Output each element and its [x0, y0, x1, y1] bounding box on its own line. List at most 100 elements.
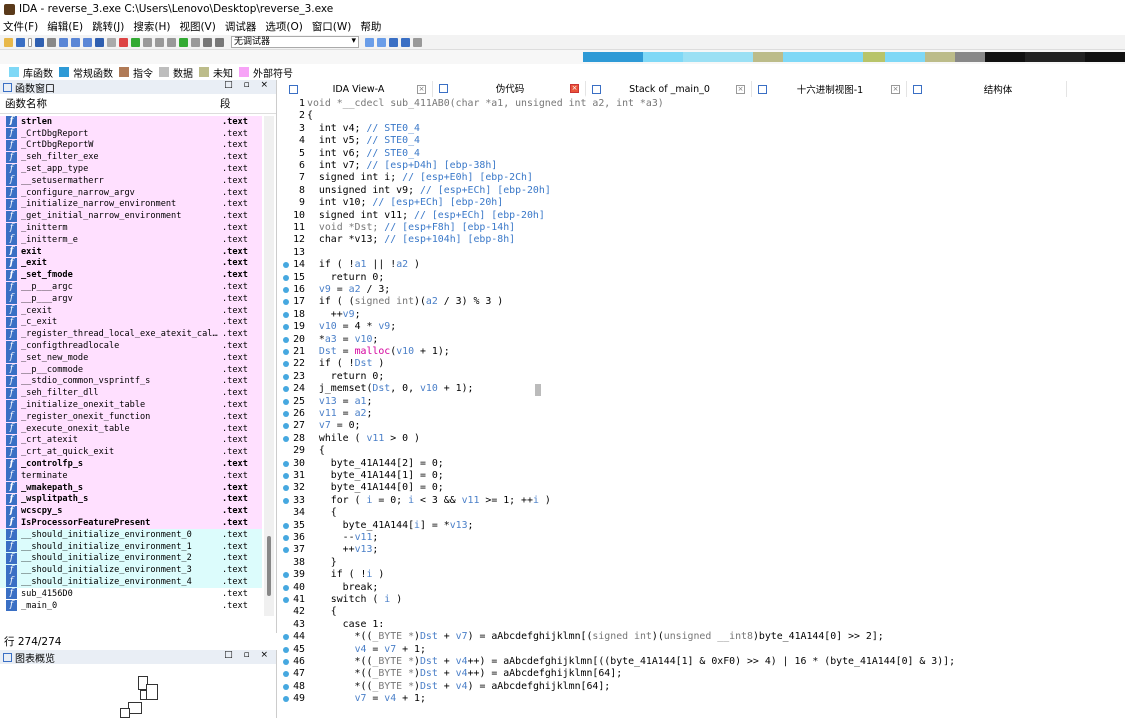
code-line[interactable]: 49 v7 = v4 + 1;: [280, 693, 1125, 705]
pseudocode-view[interactable]: 1 void *__cdecl sub_411AB0(char *a1, unsi…: [280, 98, 1125, 718]
function-row[interactable]: f strlen .text: [0, 116, 262, 128]
code-line[interactable]: 9 int v10; // [esp+ECh] [ebp-20h]: [280, 197, 1125, 209]
panel-controls[interactable]: □ ▫ ×: [224, 80, 272, 90]
code-line[interactable]: 26 v11 = a2;: [280, 408, 1125, 420]
tab-1[interactable]: 伪代码 ×: [433, 81, 586, 97]
code-line[interactable]: 37 ++v13;: [280, 544, 1125, 556]
circle-icon[interactable]: [131, 37, 140, 47]
code-line[interactable]: 30 byte_41A144[2] = 0;: [280, 458, 1125, 470]
function-row[interactable]: f __p___argc .text: [0, 281, 262, 293]
function-row[interactable]: f __should_initialize_environment_0 .text: [0, 528, 262, 541]
code-line[interactable]: 43 case 1:: [280, 619, 1125, 631]
back-icon[interactable]: [35, 37, 44, 47]
forward-icon[interactable]: [47, 37, 56, 47]
tab-close-icon[interactable]: ×: [891, 84, 900, 94]
menu-item-6[interactable]: 选项(O): [265, 19, 302, 34]
down-arrow-icon[interactable]: [95, 37, 104, 47]
function-row[interactable]: f _get_initial_narrow_environment .text: [0, 210, 262, 223]
function-row[interactable]: f wcscpy_s .text: [0, 505, 262, 518]
copy-icon[interactable]: [59, 37, 68, 47]
function-row[interactable]: f __p__commode .text: [0, 363, 262, 376]
code-line[interactable]: 18 ++v9;: [280, 309, 1125, 321]
function-row[interactable]: f _configthreadlocale .text: [0, 340, 262, 352]
function-row[interactable]: f _crt_at_quick_exit .text: [0, 446, 262, 459]
overview-graph[interactable]: [110, 666, 160, 718]
code-line[interactable]: 8 unsigned int v9; // [esp+ECh] [ebp-20h…: [280, 185, 1125, 197]
code-line[interactable]: 40 break;: [280, 582, 1125, 594]
function-row[interactable]: f _initterm .text: [0, 222, 262, 234]
struct-icon[interactable]: [155, 37, 164, 47]
function-row[interactable]: f _CrtDbgReport .text: [0, 127, 262, 140]
menu-item-3[interactable]: 搜索(H): [133, 19, 170, 34]
tab-close-icon[interactable]: ×: [736, 84, 745, 94]
attach-icon[interactable]: [365, 37, 374, 47]
paste-icon[interactable]: [71, 37, 80, 47]
menu-item-8[interactable]: 帮助: [360, 19, 381, 34]
code-line[interactable]: 33 for ( i = 0; i < 3 && v11 >= 1; ++i ): [280, 495, 1125, 507]
code-line[interactable]: 22 if ( !Dst ): [280, 358, 1125, 370]
code-line[interactable]: 38 }: [280, 557, 1125, 569]
function-row[interactable]: f sub_4156D0 .text: [0, 587, 262, 600]
function-row[interactable]: f _initialize_narrow_environment .text: [0, 198, 262, 211]
menu-item-5[interactable]: 调试器: [225, 19, 257, 34]
save-icon[interactable]: [16, 37, 25, 47]
find-icon[interactable]: [83, 37, 92, 47]
function-row[interactable]: f _wmakepath_s .text: [0, 481, 262, 494]
function-row[interactable]: f _initialize_onexit_table .text: [0, 399, 262, 411]
code-line[interactable]: 7 signed int i; // [esp+E0h] [ebp-2Ch]: [280, 172, 1125, 184]
pause-icon[interactable]: [203, 37, 212, 47]
tab-close-icon[interactable]: ×: [417, 84, 426, 94]
code-line[interactable]: 44 *((_BYTE *)Dst + v7) = aAbcdefghijklm…: [280, 631, 1125, 643]
script-icon[interactable]: [389, 37, 398, 47]
function-row[interactable]: f _register_onexit_function .text: [0, 410, 262, 423]
code-line[interactable]: 1 void *__cdecl sub_411AB0(char *a1, unsi…: [280, 98, 1125, 110]
code-line[interactable]: 17 if ( (signed int)(a2 / 3) % 3 ): [280, 296, 1125, 308]
function-row[interactable]: f _set_app_type .text: [0, 163, 262, 175]
function-row[interactable]: f __setusermatherr .text: [0, 174, 262, 187]
code-line[interactable]: 46 *((_BYTE *)Dst + v4++) = aAbcdefghijk…: [280, 656, 1125, 668]
navigation-band[interactable]: [0, 50, 1125, 64]
functions-scrollbar[interactable]: [264, 116, 274, 616]
code-line[interactable]: 42 {: [280, 606, 1125, 618]
settings-icon[interactable]: [413, 37, 422, 47]
code-line[interactable]: 5 int v6; // STE0_4: [280, 148, 1125, 160]
function-row[interactable]: f _controlfp_s .text: [0, 458, 262, 470]
function-row[interactable]: f exit .text: [0, 245, 262, 258]
code-line[interactable]: 16 v9 = a2 / 3;: [280, 284, 1125, 296]
code-line[interactable]: 19 v10 = 4 * v9;: [280, 321, 1125, 333]
code-line[interactable]: 11 void *Dst; // [esp+F8h] [ebp-14h]: [280, 222, 1125, 234]
code-line[interactable]: 15 return 0;: [280, 272, 1125, 284]
code-line[interactable]: 25 v13 = a1;: [280, 396, 1125, 408]
function-row[interactable]: f _set_fmode .text: [0, 269, 262, 282]
code-line[interactable]: 47 *((_BYTE *)Dst + v4++) = aAbcdefghijk…: [280, 668, 1125, 680]
code-line[interactable]: 27 v7 = 0;: [280, 420, 1125, 432]
code-line[interactable]: 13: [280, 247, 1125, 259]
code-line[interactable]: 10 signed int v11; // [esp+ECh] [ebp-20h…: [280, 210, 1125, 222]
code-line[interactable]: 6 int v7; // [esp+D4h] [ebp-38h]: [280, 160, 1125, 172]
process-icon[interactable]: [377, 37, 386, 47]
code-line[interactable]: 48 *((_BYTE *)Dst + v4) = aAbcdefghijklm…: [280, 681, 1125, 693]
code-line[interactable]: 31 byte_41A144[1] = 0;: [280, 470, 1125, 482]
code-line[interactable]: 20 *a3 = v10;: [280, 334, 1125, 346]
code-line[interactable]: 41 switch ( i ): [280, 594, 1125, 606]
menu-item-1[interactable]: 编辑(E): [47, 19, 83, 34]
function-row[interactable]: f terminate .text: [0, 469, 262, 482]
tab-close-icon[interactable]: ×: [570, 83, 579, 93]
function-row[interactable]: f __stdio_common_vsprintf_s .text: [0, 375, 262, 388]
function-row[interactable]: f _configure_narrow_argv .text: [0, 186, 262, 199]
function-row[interactable]: f __p___argv .text: [0, 292, 262, 305]
function-row[interactable]: f _set_new_mode .text: [0, 351, 262, 364]
column-function-name[interactable]: 函数名称: [0, 96, 220, 111]
code-line[interactable]: 23 return 0;: [280, 371, 1125, 383]
menu-item-0[interactable]: 文件(F): [3, 19, 38, 34]
code-line[interactable]: 39 if ( !i ): [280, 569, 1125, 581]
enum-icon[interactable]: [167, 37, 176, 47]
function-row[interactable]: f _execute_onexit_table .text: [0, 422, 262, 435]
function-row[interactable]: f __should_initialize_environment_1 .text: [0, 540, 262, 553]
open-icon[interactable]: [4, 37, 13, 47]
function-row[interactable]: f _main_0 .text: [0, 599, 262, 612]
menu-item-2[interactable]: 跳转(J): [92, 19, 124, 34]
tab-2[interactable]: Stack of _main_0 ×: [586, 81, 752, 97]
code-line[interactable]: 28 while ( v11 > 0 ): [280, 433, 1125, 445]
function-row[interactable]: f _c_exit .text: [0, 316, 262, 329]
